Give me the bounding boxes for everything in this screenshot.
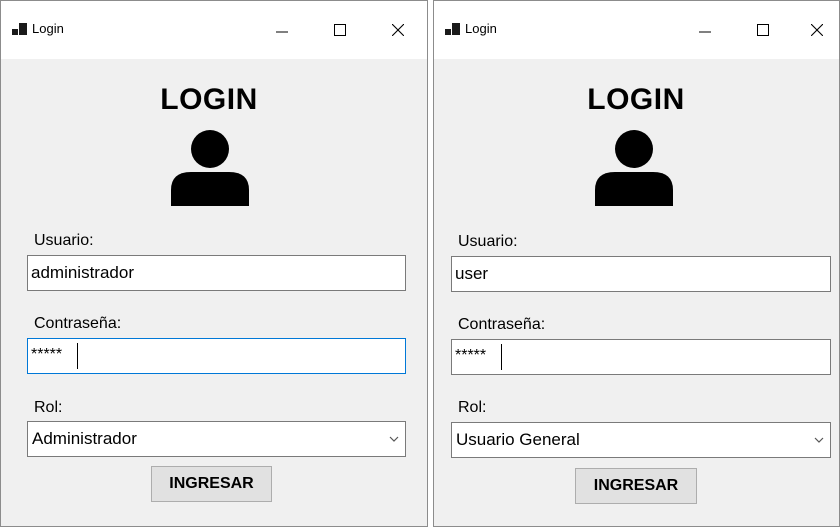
username-label: Usuario: — [34, 232, 94, 249]
maximize-button[interactable] — [740, 15, 786, 45]
role-select[interactable]: Usuario General — [451, 422, 831, 458]
text-caret — [501, 344, 502, 370]
app-icon — [12, 23, 28, 37]
ingresar-button[interactable]: INGRESAR — [151, 466, 272, 502]
login-heading: LOGIN — [160, 83, 258, 116]
minimize-icon — [276, 31, 288, 33]
chevron-down-icon[interactable] — [389, 435, 399, 443]
role-select-value: Usuario General — [456, 430, 580, 449]
username-label: Usuario: — [458, 233, 518, 250]
window-title: Login — [32, 21, 64, 36]
chevron-down-icon[interactable] — [814, 436, 824, 444]
minimize-button[interactable] — [682, 15, 728, 45]
user-icon — [595, 130, 673, 206]
maximize-icon — [334, 24, 346, 36]
window-title: Login — [465, 21, 497, 36]
password-value: ***** — [31, 346, 63, 363]
username-input[interactable] — [451, 256, 831, 292]
username-input[interactable] — [27, 255, 406, 291]
text-caret — [77, 343, 78, 369]
password-value: ***** — [455, 347, 487, 364]
password-input[interactable]: ***** — [27, 338, 406, 374]
close-button[interactable] — [375, 15, 421, 45]
close-icon — [392, 24, 404, 36]
minimize-button[interactable] — [259, 15, 305, 45]
password-label: Contraseña: — [34, 315, 122, 332]
close-icon — [811, 24, 823, 36]
maximize-button[interactable] — [317, 15, 363, 45]
login-window-admin: Login LOGIN Usuario: Contraseña: ***** R… — [0, 0, 428, 527]
title-bar[interactable]: Login — [434, 1, 839, 59]
minimize-icon — [699, 31, 711, 33]
ingresar-button[interactable]: INGRESAR — [575, 468, 697, 504]
role-select[interactable]: Administrador — [27, 421, 406, 457]
title-bar[interactable]: Login — [1, 1, 427, 59]
login-window-user: Login LOGIN Usuario: Contraseña: ***** R… — [433, 0, 840, 527]
role-label: Rol: — [458, 399, 487, 416]
app-icon — [445, 23, 461, 37]
role-label: Rol: — [34, 399, 63, 416]
maximize-icon — [757, 24, 769, 36]
user-icon — [171, 130, 249, 206]
role-select-value: Administrador — [32, 429, 137, 448]
password-input[interactable]: ***** — [451, 339, 831, 375]
password-label: Contraseña: — [458, 316, 546, 333]
close-button[interactable] — [794, 15, 840, 45]
login-heading: LOGIN — [587, 83, 685, 116]
